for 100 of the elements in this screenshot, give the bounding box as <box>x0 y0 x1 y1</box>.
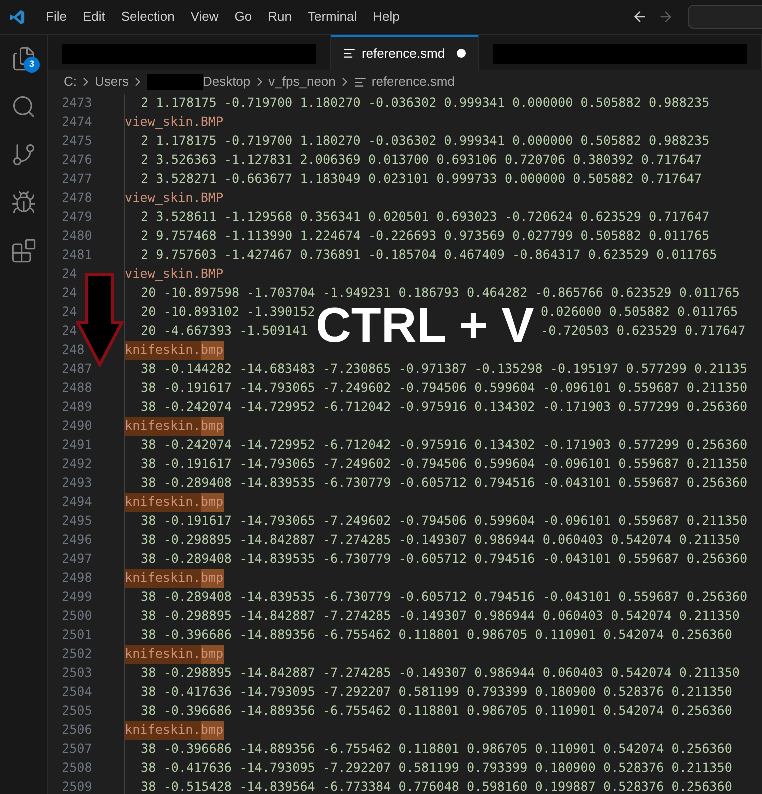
line-number: 2479 <box>61 208 94 226</box>
code-text: 38 -0.396686 -14.889356 -6.755462 0.118801 0.986705 0.110901 0.542074 0.256360 <box>141 626 732 644</box>
notification-badge: 3 <box>24 57 40 73</box>
line-number: 2481 <box>61 246 94 264</box>
menu-item[interactable]: File <box>38 7 75 27</box>
code-text: 38 -0.298895 -14.842887 -7.274285 -0.149307 0.986944 0.060403 0.542074 0.211350 <box>141 531 740 550</box>
code-text: 2 3.528611 -1.129568 0.356341 0.020501 0.693023 -0.720624 0.623529 0.717647 <box>141 208 710 226</box>
code-text: 38 -0.289408 -14.839535 -6.730779 -0.605712 0.794516 -0.043101 0.559687 0.256360 <box>141 550 748 568</box>
code-text: 38 -0.191617 -14.793065 -7.249602 -0.794506 0.599604 -0.096101 0.559687 0.211350 <box>141 455 748 474</box>
menu-item[interactable]: View <box>182 7 227 27</box>
line-number: 2500 <box>61 607 94 625</box>
line-number: 2508 <box>61 759 94 777</box>
line-number: 2475 <box>61 132 94 150</box>
code-text: 2 1.178175 -0.719700 1.180270 -0.036302 0.999341 0.000000 0.505882 0.988235 <box>141 94 710 112</box>
breadcrumb-item[interactable]: v_fps_neon <box>268 72 336 92</box>
code-text: 38 -0.144282 -14.683483 -7.230865 -0.971387 -0.135298 -0.195197 0.577299 0.21135 <box>141 360 748 378</box>
line-number: 2473 <box>61 94 94 112</box>
redaction <box>146 74 203 90</box>
search-field[interactable] <box>688 5 762 29</box>
code-text: 20 -10.893102 -1.390152 <box>141 303 316 322</box>
code-text: knifeskin. <box>125 341 201 360</box>
code-text: 38 -0.289408 -14.839535 -6.730779 -0.605712 0.794516 -0.043101 0.559687 0.256360 <box>141 474 748 492</box>
line-number: 2499 <box>61 588 94 606</box>
code-text: 38 -0.242074 -14.729952 -6.712042 -0.975916 0.134302 -0.171903 0.577299 0.256360 <box>141 398 748 416</box>
code-text: 2 9.757603 -1.427467 0.736891 -0.185704 0.467409 -0.864317 0.623529 0.011765 <box>141 246 718 264</box>
menu-item[interactable]: Terminal <box>300 7 366 27</box>
line-number: 2488 <box>61 379 94 397</box>
code-text: -0.720503 0.623529 0.717647 <box>541 322 746 340</box>
code-text: 38 -0.396686 -14.889356 -6.755462 0.118801 0.986705 0.110901 0.542074 0.256360 <box>141 702 732 720</box>
line-number: 248 <box>61 341 86 359</box>
line-number: 2507 <box>61 740 94 758</box>
code-text: knifeskin. <box>125 645 201 664</box>
code-text: 20 -4.667393 -1.509141 <box>141 322 308 340</box>
line-number: 2491 <box>61 436 94 454</box>
code-text: knifeskin. <box>125 417 201 436</box>
breadcrumb-item[interactable]: Desktop <box>202 72 251 92</box>
line-number: 24 <box>61 322 78 340</box>
code-text: bmp <box>200 645 224 664</box>
menu-item[interactable]: Help <box>365 7 408 27</box>
app-logo-icon <box>9 8 26 26</box>
menu-item[interactable]: Selection <box>113 7 183 27</box>
code-text: knifeskin. <box>125 569 201 588</box>
code-text: bmp <box>200 417 224 436</box>
breadcrumb-item[interactable]: reference.smd <box>372 72 455 92</box>
line-number: 2492 <box>61 455 94 473</box>
code-text: 2 3.528271 -0.663677 1.183049 0.023101 0.999733 0.000000 0.505882 0.717647 <box>141 170 702 188</box>
line-number: 2509 <box>61 778 94 794</box>
code-text: 38 -0.515428 -14.839564 -6.773384 0.776048 0.598160 0.199887 0.528376 0.256360 <box>141 778 732 794</box>
line-number: 24 <box>61 284 78 302</box>
code-text: 38 -0.417636 -14.793095 -7.292207 0.581199 0.793399 0.180900 0.528376 0.211350 <box>141 683 732 702</box>
line-number: 2490 <box>61 417 94 435</box>
line-number: 2501 <box>61 626 94 644</box>
line-number: 24 <box>61 265 78 283</box>
extensions-icon[interactable] <box>11 238 37 264</box>
branch-icon[interactable] <box>11 142 37 168</box>
line-number: 2504 <box>61 683 94 701</box>
search-icon[interactable] <box>11 94 37 120</box>
code-text: knifeskin. <box>125 493 201 512</box>
code-text: view_skin. <box>125 265 201 284</box>
line-number: 2476 <box>61 151 94 169</box>
line-number: 2480 <box>61 227 94 245</box>
line-number: 2498 <box>61 569 94 587</box>
files-icon[interactable] <box>11 46 37 72</box>
line-number: 2505 <box>61 702 94 720</box>
code-text: 38 -0.417636 -14.793095 -7.292207 0.581199 0.793399 0.180900 0.528376 0.211350 <box>141 759 732 778</box>
line-number: 2496 <box>61 531 94 549</box>
code-text: 38 -0.396686 -14.889356 -6.755462 0.118801 0.986705 0.110901 0.542074 0.256360 <box>141 740 732 758</box>
tab[interactable]: reference.smd <box>330 35 480 70</box>
file-lines-icon <box>354 76 367 88</box>
code-text: bmp <box>200 341 224 360</box>
menu-item[interactable]: Edit <box>74 7 114 27</box>
line-number: 24 <box>61 303 78 321</box>
line-number: 2477 <box>61 170 94 188</box>
code-text: 20 -10.897598 -1.703704 -1.949231 0.186793 0.464282 -0.865766 0.623529 0.011765 <box>141 284 740 302</box>
line-number: 2487 <box>61 360 94 378</box>
line-number: 2503 <box>61 664 94 682</box>
code-text: 38 -0.298895 -14.842887 -7.274285 -0.149307 0.986944 0.060403 0.542074 0.211350 <box>141 607 740 626</box>
menu-item[interactable]: Go <box>226 7 260 27</box>
line-number: 2494 <box>61 493 94 511</box>
code-text: BMP <box>200 189 224 208</box>
code-text: knifeskin. <box>125 721 201 740</box>
code-text: 0.026000 0.505882 0.011765 <box>541 303 738 322</box>
line-number: 2478 <box>61 189 94 207</box>
line-number: 2506 <box>61 721 94 739</box>
overlay-caption: CTRL + V <box>316 302 534 351</box>
code-text: 38 -0.298895 -14.842887 -7.274285 -0.149307 0.986944 0.060403 0.542074 0.211350 <box>141 664 740 682</box>
code-text: 38 -0.191617 -14.793065 -7.249602 -0.794506 0.599604 -0.096101 0.559687 0.211350 <box>141 379 748 398</box>
breadcrumb-item[interactable]: C: <box>64 72 77 92</box>
code-text: BMP <box>200 265 224 284</box>
code-text: view_skin. <box>125 189 201 208</box>
code-text: 2 9.757468 -1.113990 1.224674 -0.226693 0.973569 0.027799 0.505882 0.011765 <box>141 227 710 246</box>
code-text: bmp <box>200 569 224 588</box>
code-text: bmp <box>200 493 224 512</box>
code-text: 2 3.526363 -1.127831 2.006369 0.013700 0.693106 0.720706 0.380392 0.717647 <box>141 151 702 170</box>
menu-item[interactable]: Run <box>260 7 300 27</box>
breadcrumb-item[interactable]: Users <box>95 72 129 92</box>
code-text: bmp <box>200 721 224 740</box>
code-text: 38 -0.191617 -14.793065 -7.249602 -0.794506 0.599604 -0.096101 0.559687 0.211350 <box>141 512 748 530</box>
bug-icon[interactable] <box>11 190 37 216</box>
line-number: 2474 <box>61 113 94 131</box>
